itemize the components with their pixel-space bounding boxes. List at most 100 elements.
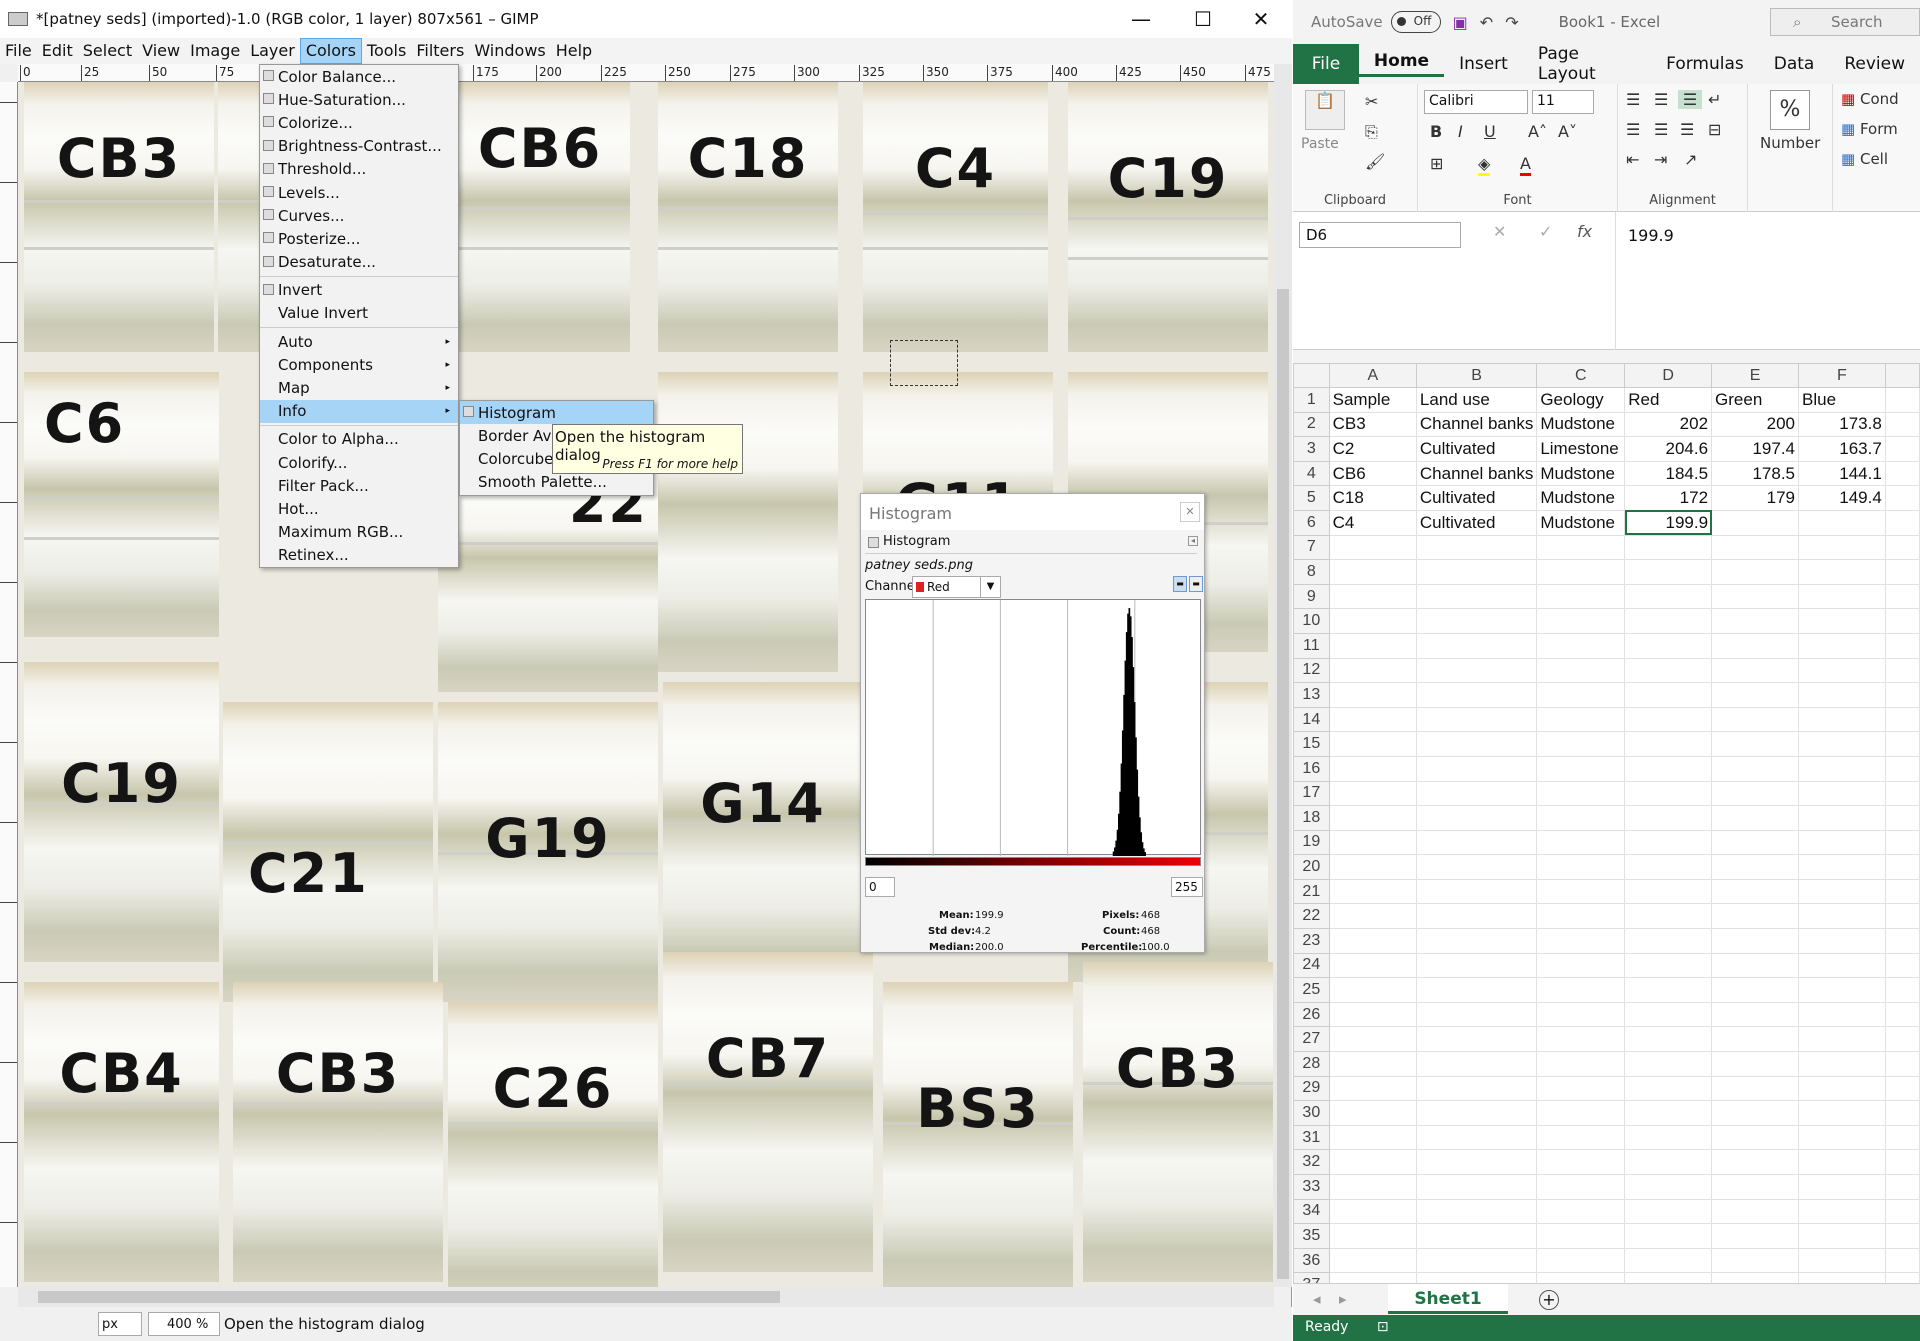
menu-item-colorize[interactable]: Colorize... [260, 111, 458, 134]
cell[interactable] [1798, 731, 1886, 757]
row-header[interactable]: 13 [1293, 682, 1330, 708]
cell[interactable] [1415, 854, 1538, 880]
cell[interactable] [1624, 977, 1713, 1003]
cell[interactable] [1415, 1223, 1538, 1249]
cell[interactable] [1536, 928, 1626, 954]
align-top-icon[interactable]: ☰ [1626, 90, 1640, 109]
cell[interactable] [1624, 854, 1713, 880]
cell[interactable] [1884, 1124, 1920, 1151]
cell[interactable] [1884, 780, 1920, 807]
cell[interactable]: Sample [1328, 387, 1417, 413]
cell[interactable] [1536, 1075, 1626, 1102]
row-header[interactable]: 31 [1293, 1124, 1330, 1151]
cell[interactable] [1536, 1149, 1626, 1175]
cell[interactable] [1624, 780, 1713, 807]
orientation-icon[interactable]: ↗ [1684, 150, 1697, 169]
cell[interactable] [1884, 829, 1920, 856]
cell[interactable] [1415, 559, 1538, 585]
row-header[interactable]: 4 [1293, 460, 1330, 487]
cell[interactable] [1711, 928, 1799, 954]
cell[interactable] [1328, 854, 1417, 880]
cell[interactable] [1884, 706, 1920, 733]
number-format-button[interactable]: Number [1760, 134, 1820, 152]
cell[interactable] [1798, 1247, 1886, 1274]
cell[interactable] [1415, 1124, 1538, 1151]
cell[interactable] [1536, 1198, 1626, 1225]
select-all-corner[interactable] [1293, 363, 1330, 388]
cell[interactable] [1798, 878, 1886, 905]
tab-page-layout[interactable]: Page Layout [1523, 44, 1651, 84]
cell[interactable] [1328, 1051, 1417, 1077]
cell[interactable] [1884, 854, 1920, 880]
cell[interactable]: 149.4 [1798, 485, 1886, 511]
cell[interactable]: Cultivated [1415, 485, 1538, 511]
increase-font-icon[interactable]: A˄ [1528, 122, 1547, 141]
menu-item-curves[interactable]: Curves... [260, 204, 458, 227]
cell[interactable] [1415, 657, 1538, 684]
cell[interactable] [1798, 706, 1886, 733]
cell[interactable] [1328, 682, 1417, 708]
cell[interactable] [1798, 682, 1886, 708]
cell[interactable] [1884, 1198, 1920, 1225]
column-header[interactable]: F [1798, 363, 1886, 388]
redo-icon[interactable]: ↷ [1505, 13, 1518, 32]
borders-icon[interactable]: ⊞ [1430, 154, 1443, 173]
cell[interactable] [1328, 1174, 1417, 1200]
row-header[interactable]: 3 [1293, 436, 1330, 462]
cell[interactable] [1798, 608, 1886, 634]
menu-colors[interactable]: Colors [299, 38, 362, 64]
range-max-input[interactable]: 255 [1171, 877, 1203, 897]
cell[interactable] [1884, 411, 1920, 438]
menu-windows[interactable]: Windows [469, 39, 550, 63]
decrease-indent-icon[interactable]: ⇤ [1626, 150, 1639, 169]
cancel-icon[interactable]: ✕ [1493, 222, 1506, 241]
align-left-icon[interactable]: ☰ [1626, 120, 1640, 139]
cell[interactable] [1711, 509, 1799, 536]
cell[interactable] [1624, 1272, 1713, 1283]
cell[interactable] [1328, 1075, 1417, 1102]
cell[interactable] [1328, 878, 1417, 905]
cell[interactable] [1415, 632, 1538, 659]
cell[interactable] [1328, 1124, 1417, 1151]
cell[interactable] [1711, 952, 1799, 979]
cell[interactable] [1415, 952, 1538, 979]
selection-marquee[interactable] [890, 340, 958, 386]
bold-button[interactable]: B [1430, 122, 1442, 141]
row-header[interactable]: 5 [1293, 485, 1330, 511]
cell[interactable] [1624, 608, 1713, 634]
row-header[interactable]: 9 [1293, 583, 1330, 610]
row-header[interactable]: 33 [1293, 1174, 1330, 1200]
column-header[interactable]: B [1415, 363, 1538, 388]
undo-icon[interactable]: ↶ [1480, 13, 1493, 32]
cell-styles-button[interactable]: ▦ Cell [1841, 150, 1888, 168]
channel-select[interactable]: Red ▼ [912, 576, 1001, 598]
cell[interactable] [1328, 903, 1417, 930]
spreadsheet-grid[interactable]: A B C D E F 1 Sample Land use Geology Red Green Blue… [1293, 363, 1920, 1283]
cell[interactable]: Cultivated [1415, 436, 1538, 462]
cell[interactable] [1536, 1001, 1626, 1028]
scroll-thumb[interactable] [1277, 289, 1289, 1279]
row-header[interactable]: 35 [1293, 1223, 1330, 1249]
cell[interactable] [1798, 805, 1886, 831]
cell[interactable] [1884, 1149, 1920, 1175]
cell[interactable] [1798, 1051, 1886, 1077]
cell[interactable] [1624, 559, 1713, 585]
cell[interactable] [1711, 632, 1799, 659]
cell[interactable] [1624, 1075, 1713, 1102]
cell[interactable]: Geology [1536, 387, 1626, 413]
range-gradient[interactable] [865, 857, 1201, 866]
cell[interactable] [1328, 1001, 1417, 1028]
row-header[interactable]: 20 [1293, 854, 1330, 880]
cell[interactable] [1884, 1075, 1920, 1102]
row-header[interactable]: 22 [1293, 903, 1330, 930]
column-header[interactable]: E [1711, 363, 1799, 388]
cell[interactable] [1415, 1149, 1538, 1175]
cell[interactable] [1798, 559, 1886, 585]
sheet-tab-sheet1[interactable]: Sheet1 [1388, 1284, 1508, 1314]
row-header[interactable]: 28 [1293, 1051, 1330, 1077]
cell[interactable] [1711, 1124, 1799, 1151]
cell[interactable] [1884, 608, 1920, 634]
prev-sheet-icon[interactable]: ◂ [1313, 1290, 1321, 1308]
close-button[interactable]: ✕ [1230, 0, 1292, 38]
underline-button[interactable]: U [1484, 122, 1496, 141]
